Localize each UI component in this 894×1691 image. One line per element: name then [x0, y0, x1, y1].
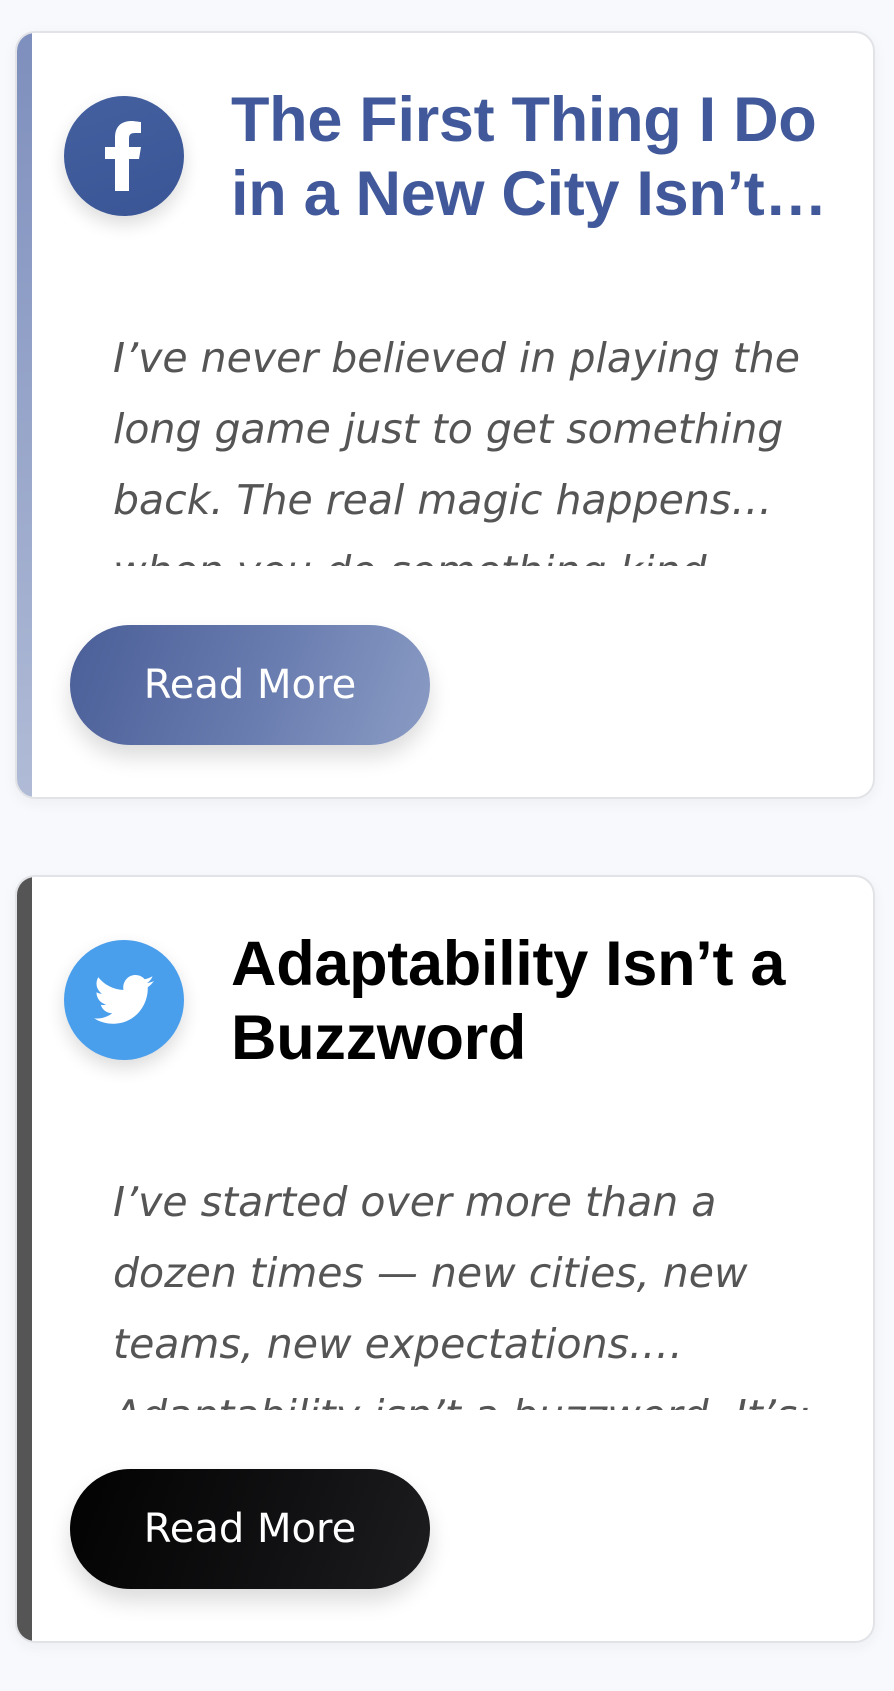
read-more-button[interactable]: Read More [70, 625, 430, 745]
read-more-button[interactable]: Read More [70, 1469, 430, 1589]
twitter-icon [64, 940, 184, 1060]
card-accent-bar [17, 877, 32, 1641]
facebook-icon [64, 96, 184, 216]
post-feed: The First Thing I Do in a New City Isn’t… [0, 0, 894, 1691]
card-accent-bar [17, 33, 32, 797]
post-card-twitter: Adaptability Isn’t a Buzzword I’ve start… [15, 875, 875, 1643]
post-title[interactable]: The First Thing I Do in a New City Isn’t… [231, 83, 851, 231]
post-title[interactable]: Adaptability Isn’t a Buzzword [231, 927, 851, 1075]
post-excerpt: I’ve started over more than a dozen time… [113, 1178, 811, 1410]
post-card-facebook: The First Thing I Do in a New City Isn’t… [15, 31, 875, 799]
post-excerpt: I’ve never believed in playing the long … [113, 334, 800, 566]
